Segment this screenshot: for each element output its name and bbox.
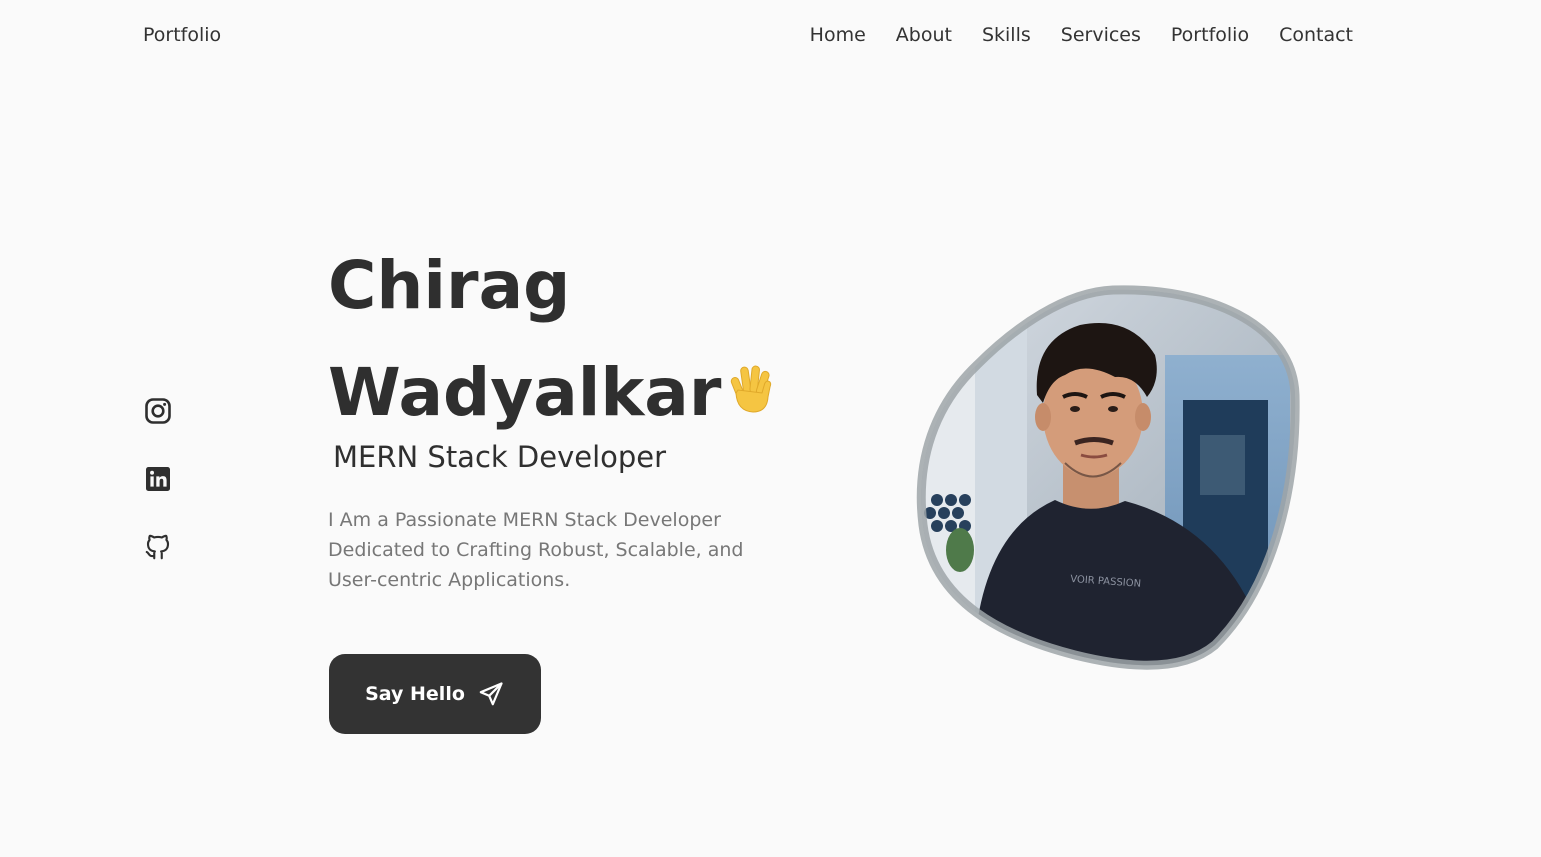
linkedin-link[interactable] [143, 464, 173, 494]
social-links [143, 396, 173, 562]
say-hello-button[interactable]: Say Hello [329, 654, 541, 734]
nav-portfolio-link[interactable]: Portfolio [1171, 24, 1249, 46]
linkedin-icon [146, 467, 170, 491]
page: Portfolio Home About Skills Services Por… [0, 0, 1541, 857]
hero-description: I Am a Passionate MERN Stack Developer D… [328, 509, 744, 591]
waving-hand-icon [731, 365, 772, 413]
nav-services-link[interactable]: Services [1061, 24, 1141, 46]
profile-photo: VOIR PASSION [916, 285, 1300, 670]
hero-name-first: Chirag [328, 247, 571, 324]
main-nav: Home About Skills Services Portfolio Con… [810, 24, 1353, 46]
send-icon [479, 682, 503, 706]
say-hello-label: Say Hello [365, 683, 465, 705]
nav-skills-link[interactable]: Skills [982, 24, 1031, 46]
nav-contact-link[interactable]: Contact [1279, 24, 1353, 46]
instagram-icon [145, 398, 171, 424]
hero-role: MERN Stack Developer [333, 440, 667, 474]
nav-home-link[interactable]: Home [810, 24, 866, 46]
hero-name-last-row: Wadyalkar [328, 339, 848, 446]
hero-name: Chirag Wadyalkar [328, 232, 848, 446]
instagram-link[interactable] [143, 396, 173, 426]
brand-logo-link[interactable]: Portfolio [143, 24, 221, 46]
hero-name-last: Wadyalkar [328, 354, 722, 431]
github-icon [145, 534, 170, 560]
nav-about-link[interactable]: About [896, 24, 952, 46]
github-link[interactable] [143, 532, 173, 562]
